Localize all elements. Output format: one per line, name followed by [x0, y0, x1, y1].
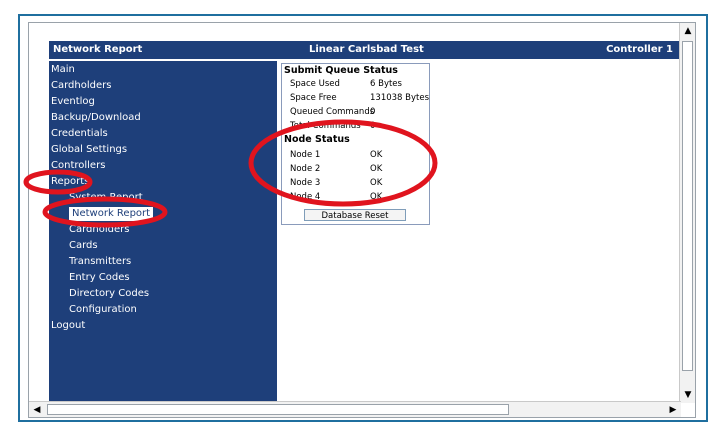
- annotation-overlay: [23, 119, 438, 228]
- network-report-highlight-ellipse: [42, 196, 168, 228]
- reports-highlight-ellipse: [23, 169, 93, 195]
- node-status-highlight-ellipse: [248, 119, 438, 207]
